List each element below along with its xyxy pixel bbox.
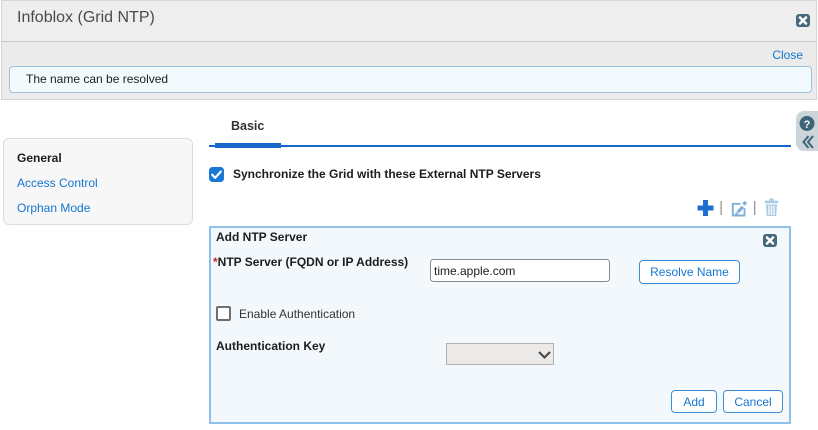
svg-text:?: ?	[804, 119, 811, 131]
